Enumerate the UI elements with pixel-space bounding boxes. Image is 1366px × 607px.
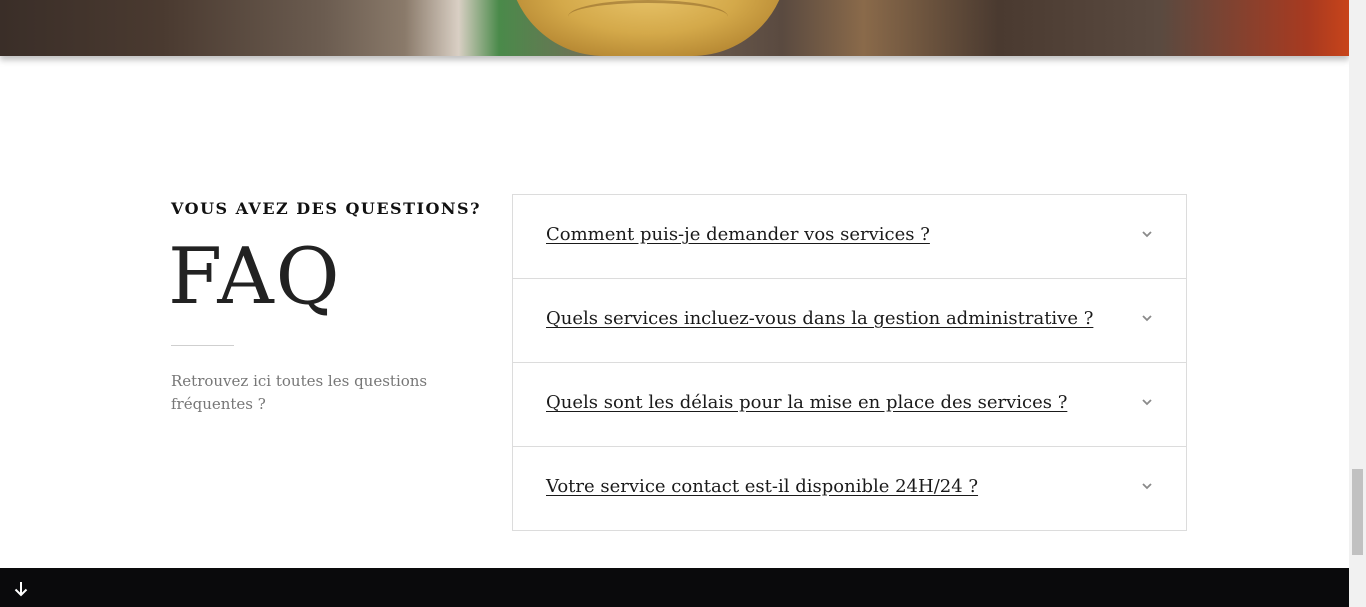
faq-question[interactable]: Quels services incluez-vous dans la gest… xyxy=(546,308,1093,329)
faq-item[interactable]: Votre service contact est-il disponible … xyxy=(513,446,1186,530)
chevron-down-icon[interactable] xyxy=(1141,480,1153,492)
hero-image xyxy=(0,0,1349,56)
faq-intro: Retrouvez ici toutes les questions fréqu… xyxy=(171,372,428,413)
faq-kicker: VOUS AVEZ DES QUESTIONS? xyxy=(171,199,481,218)
chevron-down-icon[interactable] xyxy=(1141,312,1153,324)
faq-question[interactable]: Votre service contact est-il disponible … xyxy=(546,476,978,497)
faq-question[interactable]: Quels sont les délais pour la mise en pl… xyxy=(546,392,1067,413)
faq-item[interactable]: Comment puis-je demander vos services ? xyxy=(513,195,1186,278)
page-scrollbar[interactable] xyxy=(1349,0,1366,607)
faq-item[interactable]: Quels services incluez-vous dans la gest… xyxy=(513,278,1186,362)
faq-accordion: Comment puis-je demander vos services ? … xyxy=(512,194,1187,531)
footer-bar xyxy=(0,568,1349,607)
hero-figure xyxy=(508,0,788,56)
faq-title: FAQ xyxy=(168,232,342,322)
faq-item[interactable]: Quels sont les délais pour la mise en pl… xyxy=(513,362,1186,446)
faq-question[interactable]: Comment puis-je demander vos services ? xyxy=(546,224,930,245)
chevron-down-icon[interactable] xyxy=(1141,396,1153,408)
scrollbar-thumb[interactable] xyxy=(1352,469,1363,555)
arrow-down-icon[interactable] xyxy=(11,579,31,599)
chevron-down-icon[interactable] xyxy=(1141,228,1153,240)
divider xyxy=(171,345,234,346)
